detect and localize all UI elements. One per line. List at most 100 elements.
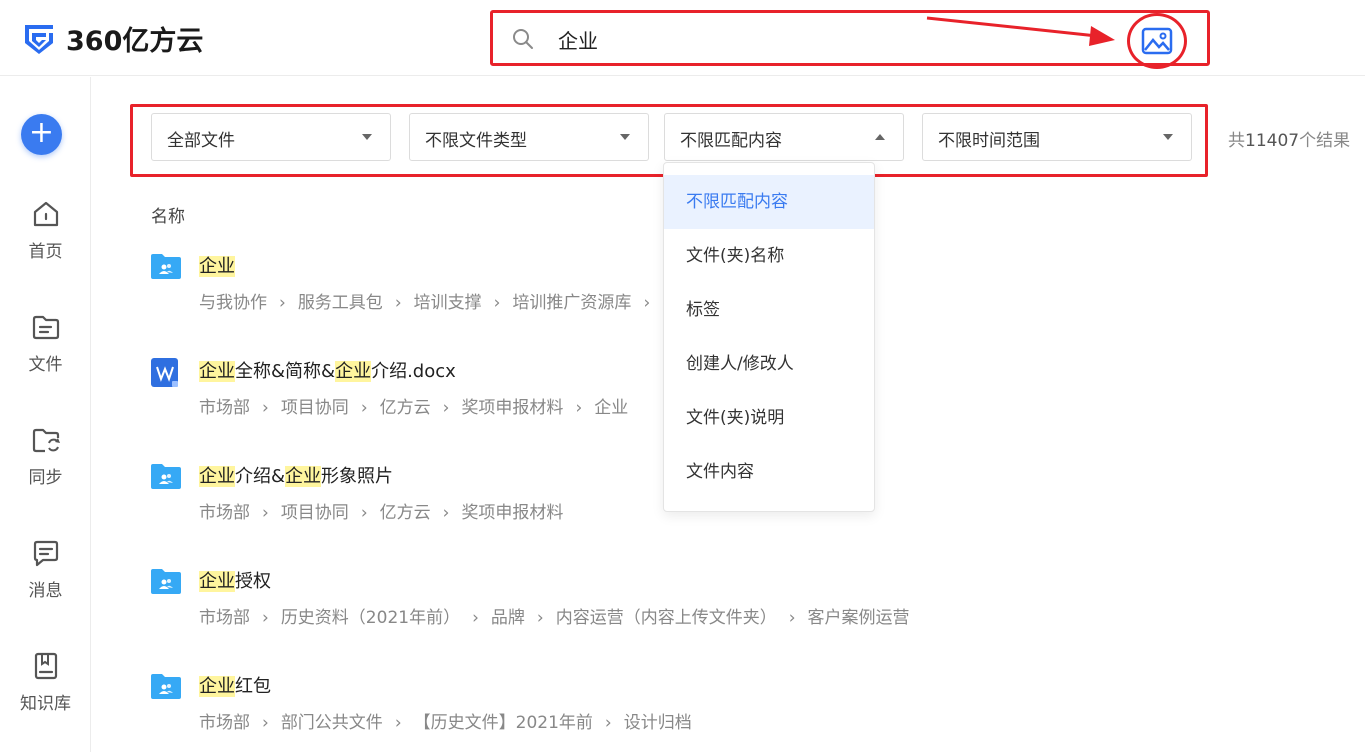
menu-item[interactable]: 标签 [664,283,874,337]
file-name-part: 介绍.docx [371,361,456,382]
file-type-dropdown-label: 不限文件类型 [425,131,527,151]
sidebar-item-label: 首页 [28,242,63,262]
menu-item[interactable]: 文件(夹)名称 [664,229,874,283]
logo-icon [25,25,53,54]
chevron-right-icon: › [472,608,479,628]
folder-icon [32,315,59,340]
breadcrumb-segment[interactable]: 奖项申报材料 [461,398,563,418]
chevron-right-icon: › [279,293,286,313]
breadcrumb-segment[interactable]: 市场部 [199,503,250,523]
file-path-breadcrumb: 市场部 › 历史资料（2021年前） › 品牌 › 内容运营（内容上传文件夹） › 客户案例运营 [199,603,910,628]
top-bar: 360亿方云 企业 [0,0,1365,76]
file-name[interactable]: 企业 [199,252,235,278]
file-path-breadcrumb: 市场部 › 部门公共文件 › 【历史文件】2021年前 › 设计归档 [199,708,692,733]
match-dropdown-menu: 不限匹配内容 文件(夹)名称 标签 创建人/修改人 文件(夹)说明 文件内容 [663,162,875,512]
search-input[interactable]: 企业 [558,25,598,54]
breadcrumb-segment[interactable]: 项目协同 [281,398,349,418]
file-type-icon [150,567,182,599]
file-type-icon [150,357,180,393]
file-type-dropdown[interactable]: 不限文件类型 [409,113,649,161]
sync-folder-icon [32,428,60,453]
file-type-icon [150,672,182,704]
breadcrumb-segment[interactable]: 部门公共文件 [281,713,383,733]
knowledge-base-icon [34,652,57,680]
file-name-part: 授权 [235,571,271,592]
highlighted-keyword: 企业 [199,466,235,487]
sidebar-item-sync[interactable]: 同步 [0,425,91,488]
sidebar-item-messages[interactable]: 消息 [0,538,91,601]
menu-item[interactable]: 不限匹配内容 [664,175,874,229]
breadcrumb-segment[interactable]: 企业 [594,398,628,418]
menu-item[interactable]: 创建人/修改人 [664,337,874,391]
breadcrumb-segment[interactable]: 培训推广资源库 [512,293,631,313]
breadcrumb-segment[interactable]: 市场部 [199,713,250,733]
chevron-right-icon: › [493,293,501,313]
caret-down-icon [1163,134,1173,140]
menu-item[interactable]: 文件(夹)说明 [664,391,874,445]
breadcrumb-segment[interactable]: 亿方云 [380,503,431,523]
highlighted-keyword: 企业 [285,466,322,487]
chevron-right-icon: › [788,608,796,628]
file-name[interactable]: 企业授权 [199,567,271,593]
file-name[interactable]: 企业全称&简称&企业介绍.docx [199,357,456,383]
breadcrumb-segment[interactable]: 【历史文件】2021年前 [414,713,593,733]
breadcrumb-segment[interactable]: 培训支撑 [414,293,482,313]
chevron-right-icon: › [360,398,368,418]
file-name-part: 形象照片 [321,466,394,487]
shared-folder-icon [151,464,181,489]
file-name-part: 全称&简称& [235,361,336,382]
sidebar-item-knowledge-base[interactable]: 知识库 [0,651,91,714]
scope-dropdown[interactable]: 全部文件 [151,113,391,161]
shared-folder-icon [151,254,181,279]
chevron-right-icon: › [262,398,269,418]
file-name-part: 红包 [235,676,271,697]
shared-folder-icon [151,674,181,699]
caret-down-icon [362,134,372,140]
breadcrumb-segment[interactable]: 与我协作 [199,293,267,313]
menu-item[interactable]: 文件内容 [664,445,874,499]
sidebar-item-home[interactable]: 首页 [0,199,91,262]
column-header-name[interactable]: 名称 [151,202,185,227]
add-button[interactable]: + [21,114,62,155]
result-count-number: 11407 [1245,131,1300,151]
file-type-icon [150,252,182,284]
highlighted-keyword: 企业 [199,571,235,592]
app-logo[interactable]: 360亿方云 [22,20,204,57]
file-name[interactable]: 企业红包 [199,672,271,698]
breadcrumb-segment[interactable]: 亿方云 [380,398,431,418]
breadcrumb-segment[interactable]: 历史资料（2021年前） [281,608,460,628]
chevron-right-icon: › [643,293,651,313]
breadcrumb-segment[interactable]: 市场部 [199,608,250,628]
result-count-prefix: 共 [1228,131,1245,151]
home-icon [33,201,58,227]
chevron-right-icon: › [262,608,269,628]
breadcrumb-segment[interactable]: 项目协同 [281,503,349,523]
breadcrumb-segment[interactable]: 服务工具包 [298,293,383,313]
chevron-right-icon: › [394,293,402,313]
breadcrumb-segment[interactable]: 市场部 [199,398,250,418]
match-dropdown[interactable]: 不限匹配内容 [664,113,904,161]
file-type-icon [150,462,182,494]
docx-file-icon [151,358,178,387]
breadcrumb-segment[interactable]: 客户案例运营 [808,608,910,628]
chevron-right-icon: › [262,503,269,523]
image-search-icon [1141,27,1173,55]
breadcrumb-segment[interactable]: 奖项申报材料 [461,503,563,523]
message-icon [33,540,58,567]
breadcrumb-segment[interactable]: 内容运营（内容上传文件夹） [556,608,777,628]
logo-text: 360亿方云 [66,25,204,57]
sidebar-item-label: 消息 [28,581,63,601]
highlighted-keyword: 企业 [199,256,235,277]
chevron-right-icon: › [536,608,544,628]
file-name[interactable]: 企业介绍&企业形象照片 [199,462,393,488]
chevron-right-icon: › [262,713,269,733]
time-range-dropdown[interactable]: 不限时间范围 [922,113,1192,161]
caret-down-icon [620,134,630,140]
image-search-button[interactable] [1127,13,1187,69]
sidebar-item-files[interactable]: 文件 [0,312,91,375]
breadcrumb-segment[interactable]: 设计归档 [624,713,692,733]
highlighted-keyword: 企业 [199,676,235,697]
breadcrumb-segment[interactable]: 品牌 [491,608,525,628]
result-count-suffix: 个结果 [1299,131,1351,151]
highlighted-keyword: 企业 [199,361,235,382]
